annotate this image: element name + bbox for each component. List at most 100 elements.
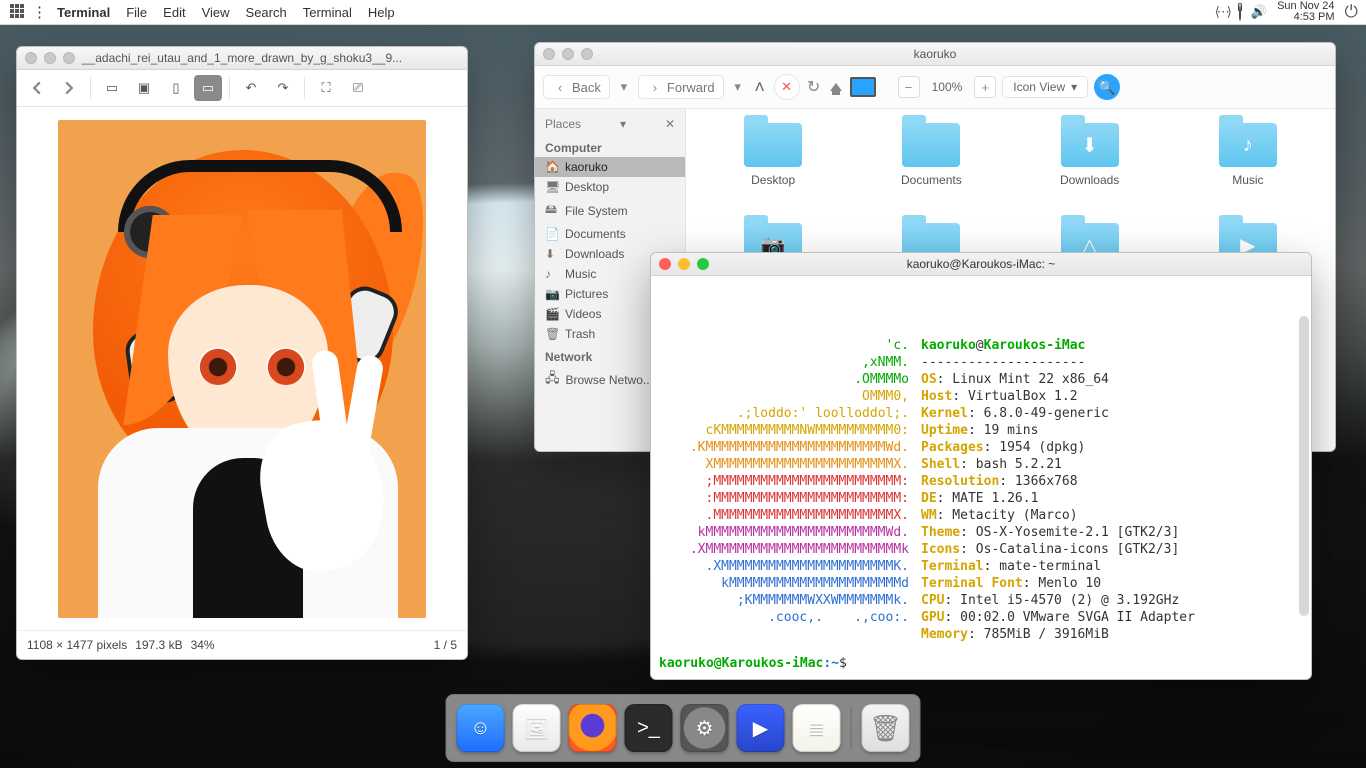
folder-music[interactable]: ♪ Music bbox=[1171, 123, 1325, 219]
dock-notes[interactable]: ≣ bbox=[793, 704, 841, 752]
home-icon[interactable] bbox=[828, 79, 844, 95]
neofetch-info: kaoruko@Karoukos-iMac-------------------… bbox=[921, 337, 1303, 654]
folder-icon bbox=[744, 123, 802, 167]
clock-time: 4:53 PM bbox=[1277, 12, 1334, 23]
chevron-left-icon: ‹ bbox=[552, 79, 568, 95]
terminal-icon: >_ bbox=[637, 717, 660, 740]
fullscreen-button[interactable]: ⛶ bbox=[312, 75, 340, 101]
apps-grid-icon[interactable] bbox=[10, 4, 26, 20]
zoom-in-icon[interactable]: + bbox=[974, 76, 996, 98]
dock-settings[interactable]: ⚙ bbox=[681, 704, 729, 752]
folder-label: Documents bbox=[901, 173, 962, 187]
displayed-image bbox=[58, 120, 426, 618]
up-icon[interactable]: ˄ bbox=[752, 79, 768, 95]
dock-media[interactable]: ▶ bbox=[737, 704, 785, 752]
back-history-icon[interactable]: ▾ bbox=[616, 79, 632, 95]
status-page: 1 / 5 bbox=[434, 638, 457, 652]
chevron-down-icon[interactable]: ▾ bbox=[620, 117, 626, 131]
terminal-prompt[interactable]: kaoruko@Karoukos-iMac:~$ bbox=[651, 654, 1311, 679]
folder-label: Music bbox=[1232, 173, 1263, 187]
file-manager-toolbar: ‹Back ▾ ›Forward ▾ ˄ ✕ ↻ − 100% + Icon V… bbox=[535, 66, 1335, 109]
folder-icon: ♪ bbox=[1219, 123, 1277, 167]
terminal-title: kaoruko@Karoukos-iMac: ~ bbox=[651, 257, 1311, 271]
media-icon: ▶ bbox=[753, 716, 768, 741]
folder-documents[interactable]: Documents bbox=[854, 123, 1008, 219]
places-header: Places bbox=[545, 117, 581, 131]
settings-icon: ⚙ bbox=[696, 716, 714, 741]
maximize-icon[interactable] bbox=[697, 258, 709, 270]
forward-history-icon[interactable]: ▾ bbox=[730, 79, 746, 95]
network-icon[interactable]: ⟨⋯⟩ bbox=[1215, 4, 1229, 20]
dock-finder[interactable]: ☺ bbox=[457, 704, 505, 752]
menu-terminal[interactable]: Terminal bbox=[295, 5, 360, 20]
fit-window-button[interactable]: ▭ bbox=[194, 75, 222, 101]
rotate-cw-button[interactable]: ↷ bbox=[269, 75, 297, 101]
zoom-in-button[interactable]: ▣ bbox=[130, 75, 158, 101]
image-viewer-titlebar[interactable]: __adachi_rei_utau_and_1_more_drawn_by_g_… bbox=[17, 47, 467, 70]
stop-button[interactable]: ✕ bbox=[774, 74, 800, 100]
menu-search[interactable]: Search bbox=[238, 5, 295, 20]
shield-icon[interactable] bbox=[1239, 5, 1241, 20]
menu-view[interactable]: View bbox=[194, 5, 238, 20]
terminal-output[interactable]: 'c.,xNMM..OMMMMoOMMM0,.;loddo:' loollodd… bbox=[651, 276, 1311, 654]
sidebar-item-documents[interactable]: 📄Documents bbox=[535, 224, 685, 244]
zoom-out-button[interactable]: ▭ bbox=[98, 75, 126, 101]
dock-terminal[interactable]: >_ bbox=[625, 704, 673, 752]
power-icon[interactable]: ⏻ bbox=[1345, 2, 1358, 22]
sidebar-item-desktop[interactable]: 🖥Desktop bbox=[535, 177, 685, 197]
close-places-icon[interactable]: ✕ bbox=[665, 117, 675, 131]
terminal-titlebar[interactable]: kaoruko@Karoukos-iMac: ~ bbox=[651, 253, 1311, 276]
sidebar-item-kaoruko[interactable]: 🏠kaoruko bbox=[535, 157, 685, 177]
prompt-userhost: kaoruko@Karoukos-iMac bbox=[659, 656, 823, 671]
menu-edit[interactable]: Edit bbox=[155, 5, 193, 20]
dock-shotwell[interactable]: 🖼 bbox=[513, 704, 561, 752]
back-button[interactable]: ‹Back bbox=[543, 75, 610, 99]
reload-icon[interactable]: ↻ bbox=[806, 79, 822, 95]
status-filesize: 197.3 kB bbox=[135, 638, 182, 652]
terminal-window: kaoruko@Karoukos-iMac: ~ 'c.,xNMM..OMMMM… bbox=[650, 252, 1312, 680]
folder-icon: ⬇ bbox=[1061, 123, 1119, 167]
fit-width-button[interactable]: ▯ bbox=[162, 75, 190, 101]
overflow-icon[interactable]: ⋮ bbox=[32, 3, 47, 21]
folder-desktop[interactable]: Desktop bbox=[696, 123, 850, 219]
minimize-icon[interactable] bbox=[678, 258, 690, 270]
image-canvas[interactable] bbox=[17, 107, 467, 630]
zoom-pct: 100% bbox=[926, 80, 969, 94]
menu-file[interactable]: File bbox=[118, 5, 155, 20]
close-icon[interactable] bbox=[659, 258, 671, 270]
sidebar-item-file-system[interactable]: 🖴File System bbox=[535, 197, 685, 224]
neofetch-logo: 'c.,xNMM..OMMMMoOMMM0,.;loddo:' loollodd… bbox=[659, 337, 921, 654]
search-icon: 🔍 bbox=[1098, 79, 1115, 96]
clock[interactable]: Sun Nov 24 4:53 PM bbox=[1277, 1, 1334, 23]
prompt-path: :~ bbox=[823, 656, 839, 671]
menu-help[interactable]: Help bbox=[360, 5, 403, 20]
menu-app[interactable]: Terminal bbox=[49, 5, 118, 20]
computer-icon[interactable] bbox=[850, 77, 876, 97]
view-mode-select[interactable]: Icon View▾ bbox=[1002, 76, 1088, 98]
slideshow-button[interactable]: ⎚ bbox=[344, 75, 372, 101]
trash-icon: 🗑 bbox=[869, 713, 902, 744]
zoom-out-icon[interactable]: − bbox=[898, 76, 920, 98]
dock-trash[interactable]: 🗑 bbox=[862, 704, 910, 752]
rotate-ccw-button[interactable]: ↶ bbox=[237, 75, 265, 101]
chevron-down-icon: ▾ bbox=[1071, 80, 1077, 94]
folder-downloads[interactable]: ⬇ Downloads bbox=[1013, 123, 1167, 219]
next-button[interactable] bbox=[55, 75, 83, 101]
image-viewer-window: __adachi_rei_utau_and_1_more_drawn_by_g_… bbox=[16, 46, 468, 660]
computer-header: Computer bbox=[535, 135, 685, 157]
folder-label: Downloads bbox=[1060, 173, 1119, 187]
forward-button[interactable]: ›Forward bbox=[638, 75, 724, 99]
menubar: ⋮ Terminal FileEditViewSearchTerminalHel… bbox=[0, 0, 1366, 25]
volume-icon[interactable]: 🔊 bbox=[1251, 4, 1267, 20]
status-dimensions: 1108 × 1477 pixels bbox=[27, 638, 127, 652]
prev-button[interactable] bbox=[23, 75, 51, 101]
shotwell-icon: 🖼 bbox=[524, 716, 549, 741]
scrollbar[interactable] bbox=[1299, 316, 1309, 616]
chevron-right-icon: › bbox=[647, 79, 663, 95]
folder-icon bbox=[902, 123, 960, 167]
dock: ☺ 🖼 >_ ⚙ ▶ ≣ 🗑 bbox=[446, 694, 921, 762]
image-viewer-title: __adachi_rei_utau_and_1_more_drawn_by_g_… bbox=[17, 51, 467, 65]
file-manager-titlebar[interactable]: kaoruko bbox=[535, 43, 1335, 66]
search-button[interactable]: 🔍 bbox=[1094, 74, 1120, 100]
dock-firefox[interactable] bbox=[569, 704, 617, 752]
